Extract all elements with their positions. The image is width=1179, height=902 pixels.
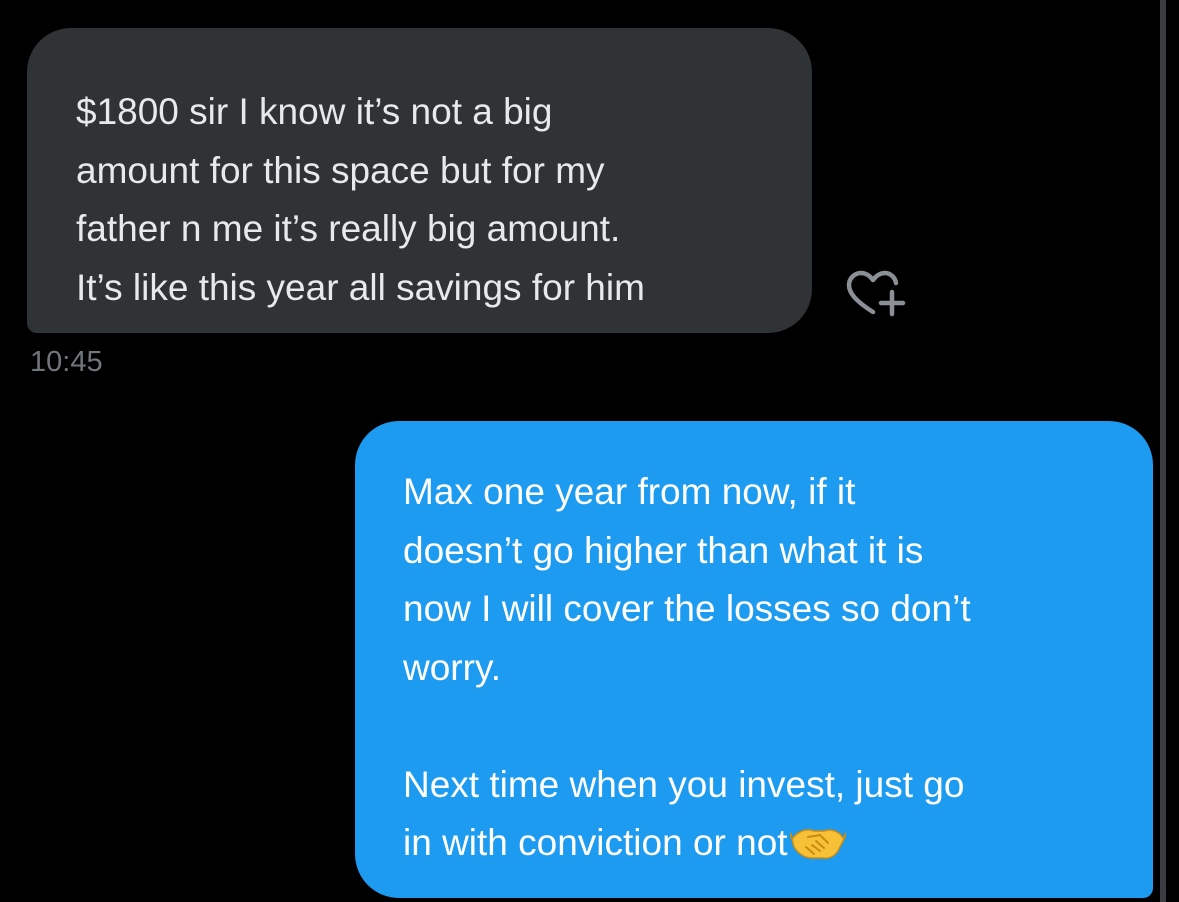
heart-plus-icon [846, 270, 906, 317]
received-message-bubble[interactable]: $1800 sir I know it’s not a big amount f… [27, 28, 812, 333]
add-reaction-button[interactable] [846, 270, 906, 326]
scrollbar[interactable] [1160, 0, 1166, 902]
handshake-icon [789, 829, 846, 859]
message-timestamp: 10:45 [30, 346, 103, 378]
message-thread: $1800 sir I know it’s not a big amount f… [0, 0, 1158, 902]
sent-message-paragraph-2: Next time when you invest, just go in wi… [403, 756, 1123, 873]
sent-message-paragraph-1: Max one year from now, if it doesn’t go … [403, 471, 971, 688]
sent-message-paragraph-2-text: Next time when you invest, just go in wi… [403, 763, 965, 864]
sent-message-bubble[interactable]: Max one year from now, if it doesn’t go … [355, 421, 1153, 898]
